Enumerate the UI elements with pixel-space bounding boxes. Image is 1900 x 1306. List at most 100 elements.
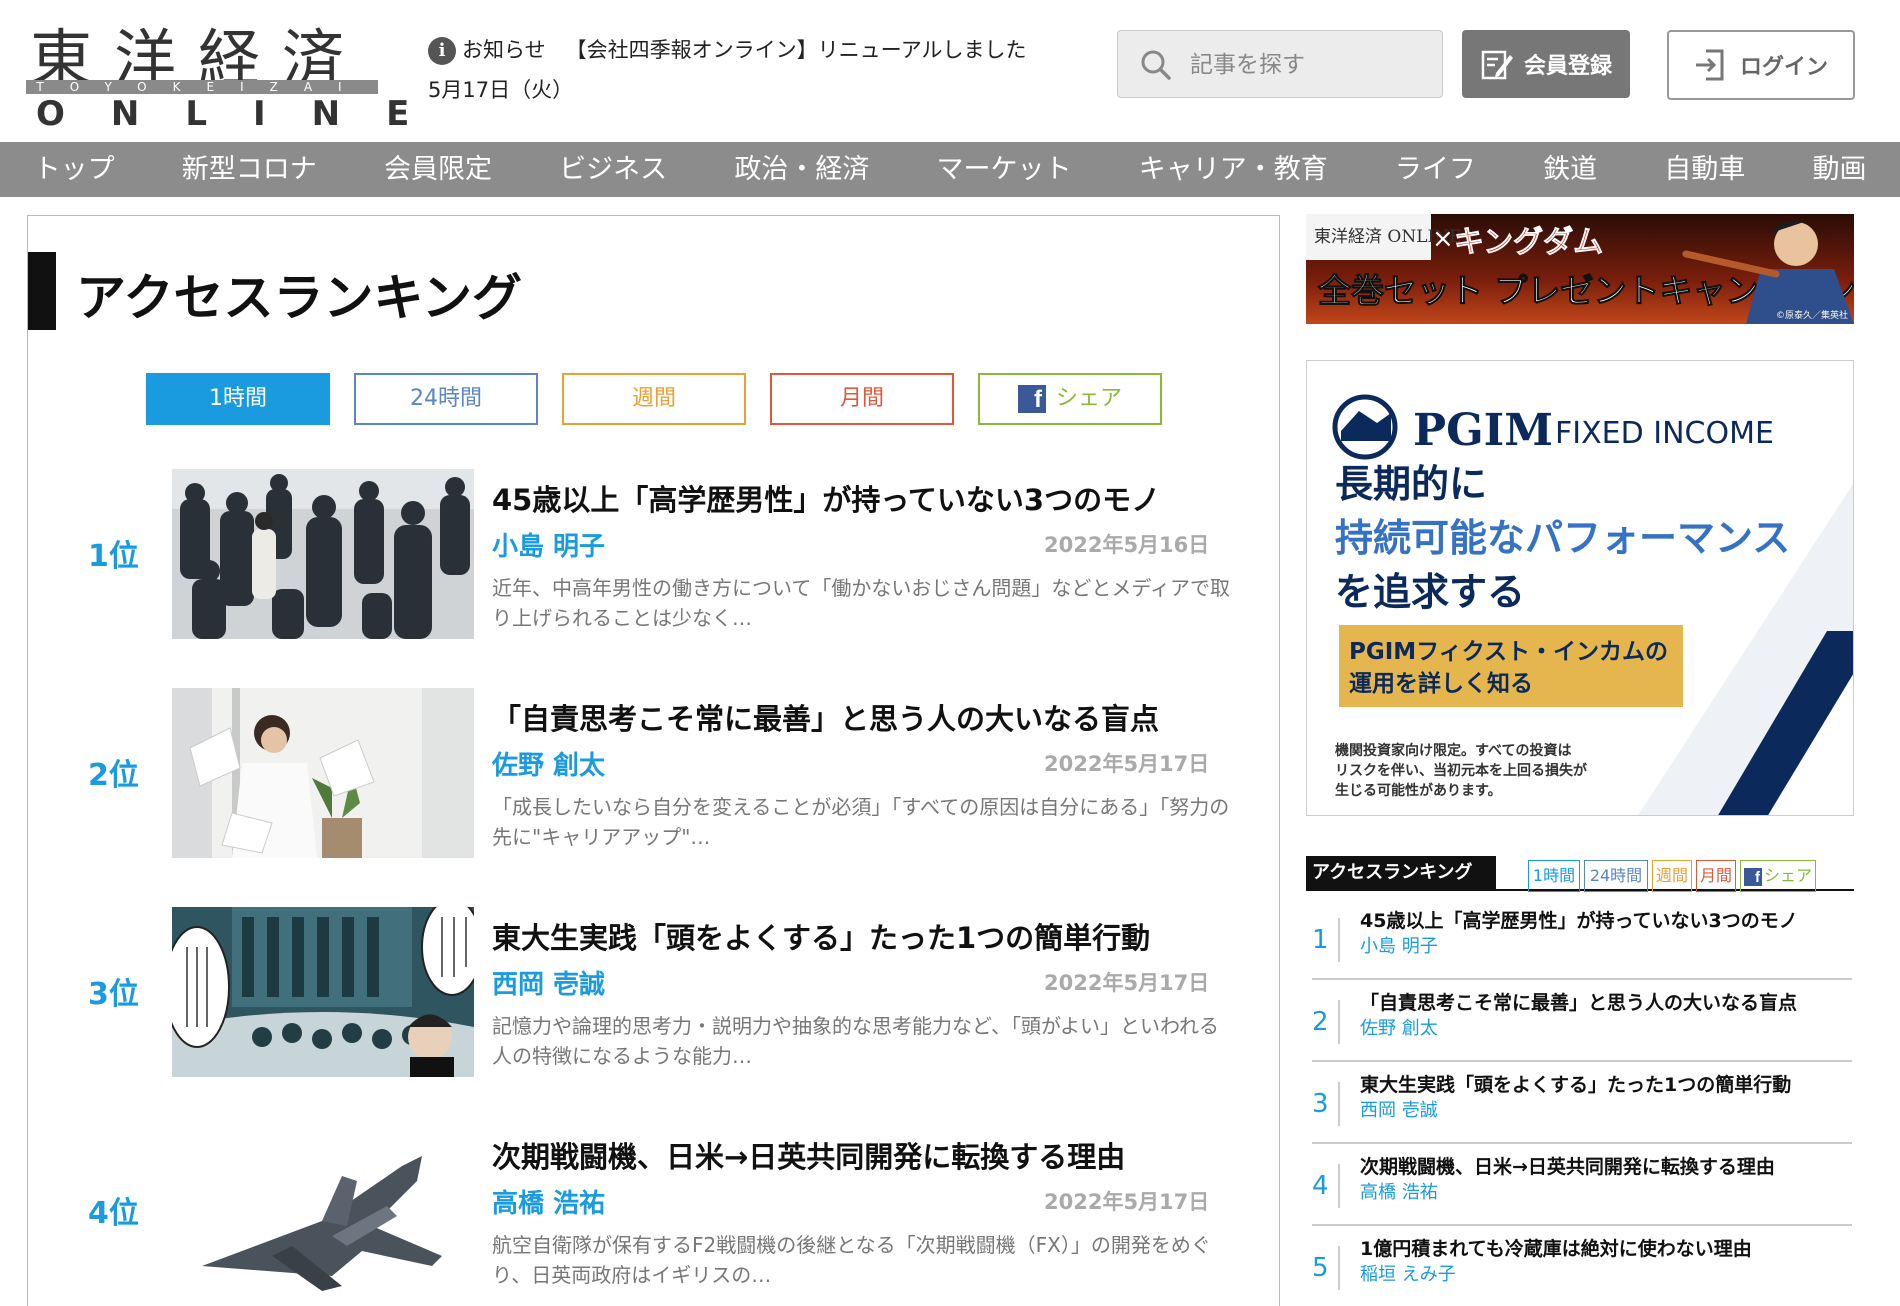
sidebar-item-author[interactable]: 高橋 浩祐: [1360, 1178, 1438, 1204]
nav-item-career[interactable]: キャリア・教育: [1105, 142, 1361, 197]
article-author[interactable]: 西岡 壱誠: [492, 964, 605, 1001]
tab-monthly[interactable]: 月間: [770, 373, 954, 425]
search-box[interactable]: [1117, 30, 1443, 98]
sidebar-item-title[interactable]: 東大生実践「頭をよくする」たった1つの簡単行動: [1360, 1070, 1791, 1097]
article-date: 2022年5月17日: [1044, 752, 1210, 776]
sidebar-tab-1hour[interactable]: 1時間: [1528, 860, 1580, 892]
pgim-cta-line2: 運用を詳しく知る: [1349, 670, 1533, 697]
tab-share-label: シェア: [1055, 386, 1122, 411]
pgim-brand: PGIM: [1413, 405, 1553, 456]
register-button[interactable]: 会員登録: [1462, 30, 1630, 98]
login-label: ログイン: [1739, 55, 1828, 80]
nav-item-video[interactable]: 動画: [1779, 142, 1900, 197]
article-title[interactable]: 「自責思考こそ常に最善」と思う人の大いなる盲点: [492, 696, 1159, 738]
sidebar-tab-monthly[interactable]: 月間: [1696, 860, 1736, 892]
tab-1hour[interactable]: 1時間: [146, 373, 330, 425]
pgim-ad-art: PGIM FIXED INCOME 長期的に 持続可能なパフォーマンス を追求す…: [1307, 361, 1853, 815]
article-excerpt: 航空自衛隊が保有するF2戦闘機の後継となる「次期戦闘機（FX）」の開発をめぐり、…: [492, 1233, 1211, 1287]
ranking-article[interactable]: 2位 「自責思考こそ常に最善」と思う人の大いなる盲点 佐野 創太 2022年5月…: [28, 688, 1278, 860]
heading-accent-bar: [28, 252, 56, 330]
global-nav: トップ 新型コロナ 会員限定 ビジネス 政治・経済 マーケット キャリア・教育 …: [0, 142, 1900, 197]
site-logo[interactable]: 東洋経済 TOYOKEIZAI ONLINE: [26, 8, 409, 134]
rank-number: 2位: [88, 758, 139, 793]
ranking-article[interactable]: 1位 45歳以上「高学歴男性」が持っていない3つのモノ 小島 明子 2022年5…: [28, 469, 1278, 641]
article-title[interactable]: 次期戦闘機、日米→日英共同開発に転換する理由: [492, 1134, 1125, 1176]
ranking-article[interactable]: 3位 東大生実践「頭をよくする」たった1つの簡単行動 西岡 壱誠 2022年5月…: [28, 907, 1278, 1079]
article-title[interactable]: 45歳以上「高学歴男性」が持っていない3つのモノ: [492, 477, 1160, 519]
rank-number: 1位: [88, 539, 139, 574]
facebook-icon: f: [1743, 867, 1762, 886]
tab-24hours[interactable]: 24時間: [354, 373, 538, 425]
facebook-icon: f: [1017, 385, 1046, 413]
kingdom-campaign-banner[interactable]: 東洋経済 ONLINE × キングダム 全巻セット プレゼントキャンペーン ©原…: [1306, 214, 1854, 324]
ranking-tabs: 1時間 24時間 週間 月間 f シェア: [146, 373, 1196, 425]
nav-item-top[interactable]: トップ: [0, 142, 148, 197]
sidebar-ranking-item[interactable]: 3 東大生実践「頭をよくする」たった1つの簡単行動 西岡 壱誠: [1312, 1062, 1852, 1144]
current-date: 5月17日（火）: [428, 78, 574, 102]
sidebar-item-author[interactable]: 小島 明子: [1360, 932, 1438, 958]
sidebar-ranking: アクセスランキング 1時間 24時間 週間 月間 f シェア 1 45歳以上「高学…: [1306, 856, 1854, 1306]
info-icon: i: [428, 37, 456, 65]
article-author[interactable]: 佐野 創太: [492, 745, 605, 782]
nav-item-covid[interactable]: 新型コロナ: [148, 142, 350, 197]
article-excerpt: 「成長したいなら自分を変えることが必須」「すべての原因は自分にある」「努力の先に…: [492, 795, 1230, 849]
sidebar-item-title[interactable]: 1億円積まれても冷蔵庫は絶対に使わない理由: [1360, 1234, 1752, 1261]
nav-item-members[interactable]: 会員限定: [350, 142, 525, 197]
site-header: 東洋経済 TOYOKEIZAI ONLINE i お知らせ 【会社四季報オンライン】…: [0, 0, 1900, 142]
article-author[interactable]: 小島 明子: [492, 526, 605, 563]
register-label: 会員登録: [1523, 54, 1612, 79]
sidebar-tab-share[interactable]: f シェア: [1740, 860, 1816, 892]
sidebar-ranking-item[interactable]: 4 次期戦闘機、日米→日英共同開発に転換する理由 高橋 浩祐: [1312, 1144, 1852, 1226]
ranking-heading: アクセスランキング: [28, 252, 728, 330]
nav-item-automobile[interactable]: 自動車: [1631, 142, 1779, 197]
article-date: 2022年5月17日: [1044, 971, 1210, 995]
sidebar-ranking-item[interactable]: 1 45歳以上「高学歴男性」が持っていない3つのモノ 小島 明子: [1312, 898, 1852, 980]
rank-number: 3位: [88, 977, 139, 1012]
article-excerpt: 記憶力や論理的思考力・説明力や抽象的な思考能力など、「頭がよい」といわれる人の特…: [492, 1014, 1219, 1068]
pgim-line2: 持続可能なパフォーマンス: [1335, 516, 1790, 560]
pgim-disclaimer-line2: リスクを伴い、当初元本を上回る損失が: [1335, 762, 1588, 779]
sidebar-rank-number: 5: [1312, 1246, 1340, 1290]
sidebar-rank-number: 2: [1312, 1000, 1340, 1044]
sidebar-tab-24hours[interactable]: 24時間: [1584, 860, 1648, 892]
sidebar-tab-weekly[interactable]: 週間: [1652, 860, 1692, 892]
sidebar-item-title[interactable]: 次期戦闘機、日米→日英共同開発に転換する理由: [1360, 1152, 1775, 1179]
article-thumbnail[interactable]: [172, 688, 474, 858]
notice-line[interactable]: i お知らせ 【会社四季報オンライン】リニューアルしました: [428, 30, 1088, 70]
sidebar-item-title[interactable]: 「自責思考こそ常に最善」と思う人の大いなる盲点: [1360, 988, 1797, 1015]
tab-share[interactable]: f シェア: [978, 373, 1162, 425]
login-button[interactable]: ログイン: [1667, 30, 1855, 100]
article-thumbnail[interactable]: [172, 1126, 474, 1296]
sidebar-item-author[interactable]: 稲垣 えみ子: [1360, 1260, 1456, 1286]
article-thumbnail[interactable]: [172, 907, 474, 1077]
login-icon: [1695, 49, 1724, 81]
logo-romaji-bar: TOYOKEIZAI: [26, 80, 378, 94]
notice-text[interactable]: 【会社四季報オンライン】リニューアルしました: [566, 38, 1027, 62]
kingdom-title: キングダム: [1454, 225, 1603, 260]
article-thumbnail[interactable]: [172, 469, 474, 639]
article-author[interactable]: 高橋 浩祐: [492, 1183, 605, 1220]
sidebar-item-author[interactable]: 西岡 壱誠: [1360, 1096, 1438, 1122]
rank-number: 4位: [88, 1196, 139, 1231]
pgim-ad[interactable]: PGIM FIXED INCOME 長期的に 持続可能なパフォーマンス を追求す…: [1306, 360, 1854, 816]
page: 東洋経済 TOYOKEIZAI ONLINE i お知らせ 【会社四季報オンライン】…: [0, 0, 1900, 1306]
pgim-line1: 長期的に: [1335, 462, 1487, 506]
ranking-article[interactable]: 4位 次期戦闘機、日米→日英共同開発に転換する理由 高橋 浩祐 2022年5月1…: [28, 1126, 1278, 1298]
nav-item-life[interactable]: ライフ: [1361, 142, 1509, 197]
sidebar-item-author[interactable]: 佐野 創太: [1360, 1014, 1438, 1040]
nav-item-politics-economy[interactable]: 政治・経済: [701, 142, 903, 197]
sidebar-ranking-item[interactable]: 2 「自責思考こそ常に最善」と思う人の大いなる盲点 佐野 創太: [1312, 980, 1852, 1062]
kingdom-banner-art: 東洋経済 ONLINE × キングダム 全巻セット プレゼントキャンペーン ©原…: [1306, 214, 1854, 324]
pgim-disclaimer-line1: 機関投資家向け限定。すべての投資は: [1335, 742, 1571, 759]
article-date: 2022年5月17日: [1044, 1190, 1210, 1214]
nav-item-market[interactable]: マーケット: [903, 142, 1105, 197]
article-title[interactable]: 東大生実践「頭をよくする」たった1つの簡単行動: [492, 915, 1150, 957]
edit-form-icon: [1481, 50, 1513, 80]
kingdom-times: ×: [1432, 224, 1454, 254]
sidebar-item-title[interactable]: 45歳以上「高学歴男性」が持っていない3つのモノ: [1360, 906, 1798, 933]
nav-item-business[interactable]: ビジネス: [526, 142, 701, 197]
nav-item-railway[interactable]: 鉄道: [1510, 142, 1631, 197]
sidebar-ranking-item[interactable]: 5 1億円積まれても冷蔵庫は絶対に使わない理由 稲垣 えみ子: [1312, 1226, 1852, 1306]
tab-weekly[interactable]: 週間: [562, 373, 746, 425]
search-input[interactable]: [1190, 45, 1430, 85]
